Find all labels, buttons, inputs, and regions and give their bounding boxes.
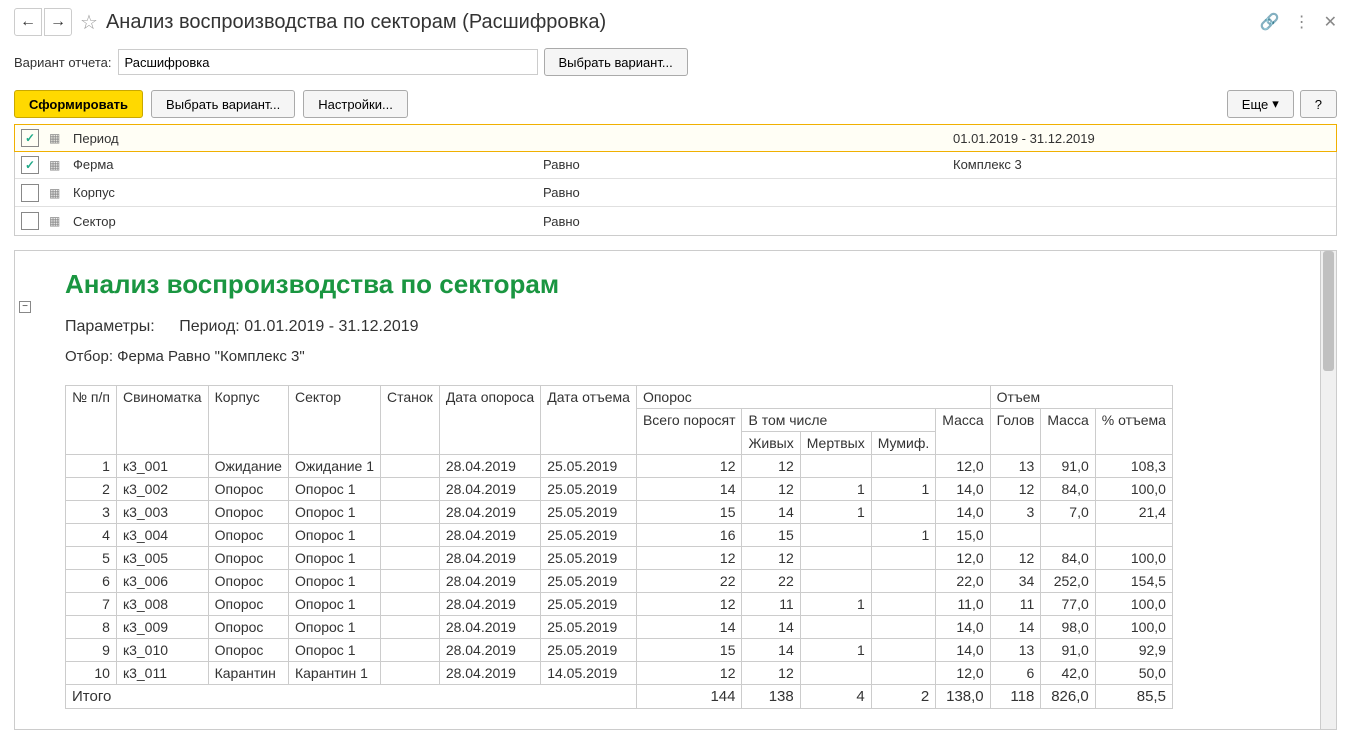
table-row: 1к3_001ОжиданиеОжидание 128.04.201925.05… xyxy=(66,455,1173,478)
choose-variant-button[interactable]: Выбрать вариант... xyxy=(151,90,295,118)
col-wean-heads: Голов xyxy=(990,409,1041,455)
filter-name: Ферма xyxy=(73,157,533,172)
col-total-piglets: Всего поросят xyxy=(636,409,742,455)
filter-name: Корпус xyxy=(73,185,533,200)
table-row: 5к3_005ОпоросОпорос 128.04.201925.05.201… xyxy=(66,547,1173,570)
filter-row[interactable]: ▦ Корпус Равно xyxy=(15,179,1336,207)
chevron-down-icon: ▾ xyxy=(1272,96,1279,112)
filter-checkbox[interactable] xyxy=(21,129,39,147)
table-row: 10к3_011КарантинКарантин 128.04.201914.0… xyxy=(66,662,1173,685)
col-sector: Сектор xyxy=(288,386,380,455)
vertical-scrollbar[interactable] xyxy=(1320,251,1336,729)
more-button[interactable]: Еще▾ xyxy=(1227,90,1294,118)
variant-input[interactable] xyxy=(118,49,538,75)
table-total-row: Итого14413842138,0118826,085,5 xyxy=(66,685,1173,709)
help-button[interactable]: ? xyxy=(1300,90,1337,118)
col-wean-date: Дата отъема xyxy=(541,386,637,455)
filter-checkbox[interactable] xyxy=(21,212,39,230)
filter-row[interactable]: ▦ Сектор Равно xyxy=(15,207,1336,235)
table-row: 3к3_003ОпоросОпорос 128.04.201925.05.201… xyxy=(66,501,1173,524)
table-row: 4к3_004ОпоросОпорос 128.04.201925.05.201… xyxy=(66,524,1173,547)
col-farrow-group: Опорос xyxy=(636,386,990,409)
col-including: В том числе xyxy=(742,409,936,432)
filter-operator: Равно xyxy=(543,214,943,229)
filter-value: 01.01.2019 - 31.12.2019 xyxy=(953,131,1330,146)
col-mummif: Мумиф. xyxy=(871,432,936,455)
filter-operator: Равно xyxy=(543,185,943,200)
col-num: № п/п xyxy=(66,386,117,455)
col-alive: Живых xyxy=(742,432,800,455)
filter-row[interactable]: ▦ Период 01.01.2019 - 31.12.2019 xyxy=(14,124,1337,152)
col-mass: Масса xyxy=(936,409,990,455)
table-row: 2к3_002ОпоросОпорос 128.04.201925.05.201… xyxy=(66,478,1173,501)
filter-checkbox[interactable] xyxy=(21,184,39,202)
favorite-star-icon[interactable]: ☆ xyxy=(80,10,98,35)
table-row: 7к3_008ОпоросОпорос 128.04.201925.05.201… xyxy=(66,593,1173,616)
table-row: 9к3_010ОпоросОпорос 128.04.201925.05.201… xyxy=(66,639,1173,662)
forward-button[interactable]: → xyxy=(44,8,72,36)
col-wean-group: Отъем xyxy=(990,386,1172,409)
filter-icon: ▦ xyxy=(49,131,63,145)
link-icon[interactable]: 🔗 xyxy=(1260,12,1280,32)
scrollbar-thumb[interactable] xyxy=(1323,251,1334,371)
filter-panel: ▦ Период 01.01.2019 - 31.12.2019 ▦ Ферма Равн… xyxy=(14,124,1337,236)
generate-button[interactable]: Сформировать xyxy=(14,90,143,118)
settings-button[interactable]: Настройки... xyxy=(303,90,408,118)
filter-operator: Равно xyxy=(543,157,943,172)
close-icon[interactable]: ✕ xyxy=(1324,12,1337,32)
choose-variant-button-top[interactable]: Выбрать вариант... xyxy=(544,48,688,76)
col-pen: Станок xyxy=(381,386,440,455)
filter-row[interactable]: ▦ Ферма Равно Комплекс 3 xyxy=(15,151,1336,179)
filter-name: Сектор xyxy=(73,214,533,229)
report-title: Анализ воспроизводства по секторам xyxy=(65,269,1310,300)
kebab-menu-icon[interactable]: ⋮ xyxy=(1294,12,1310,32)
filter-summary: Отбор: Ферма Равно "Комплекс 3" xyxy=(65,348,1310,365)
filter-icon: ▦ xyxy=(49,158,63,172)
variant-label: Вариант отчета: xyxy=(14,55,112,70)
filter-name: Период xyxy=(73,131,533,146)
back-button[interactable]: ← xyxy=(14,8,42,36)
filter-icon: ▦ xyxy=(49,214,63,228)
col-building: Корпус xyxy=(208,386,288,455)
params-value: Период: 01.01.2019 - 31.12.2019 xyxy=(179,318,418,335)
filter-value: Комплекс 3 xyxy=(953,157,1330,172)
col-dead: Мертвых xyxy=(800,432,871,455)
page-title: Анализ воспроизводства по секторам (Расш… xyxy=(106,11,606,34)
col-pct-wean: % отъема xyxy=(1095,409,1172,455)
collapse-toggle[interactable]: − xyxy=(19,301,31,313)
col-sow: Свиноматка xyxy=(116,386,208,455)
params-label: Параметры: xyxy=(65,318,155,335)
report-table: № п/п Свиноматка Корпус Сектор Станок Да… xyxy=(65,385,1173,709)
table-row: 8к3_009ОпоросОпорос 128.04.201925.05.201… xyxy=(66,616,1173,639)
collapse-gutter: − xyxy=(15,251,35,729)
col-farrow-date: Дата опороса xyxy=(439,386,540,455)
col-wean-mass: Масса xyxy=(1041,409,1095,455)
filter-icon: ▦ xyxy=(49,186,63,200)
filter-checkbox[interactable] xyxy=(21,156,39,174)
table-row: 6к3_006ОпоросОпорос 128.04.201925.05.201… xyxy=(66,570,1173,593)
